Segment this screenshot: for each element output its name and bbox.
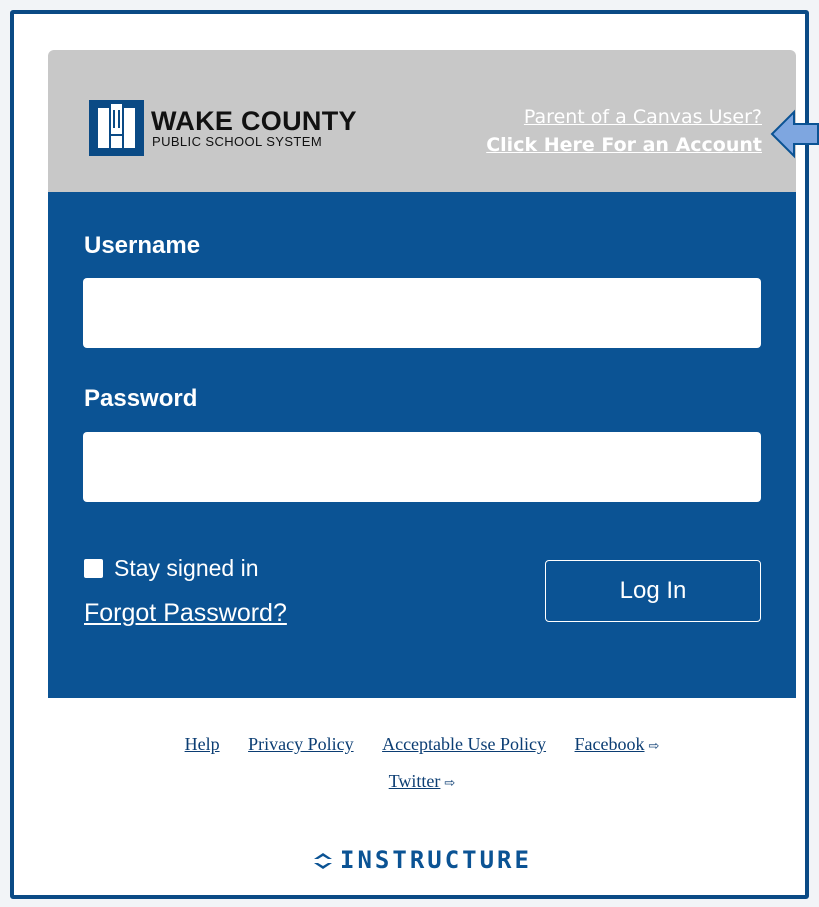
stay-signed-in-checkbox[interactable] <box>84 559 103 578</box>
parent-link-line2[interactable]: Click Here For an Account <box>486 131 762 159</box>
login-card: WAKE COUNTY PUBLIC SCHOOL SYSTEM Parent … <box>48 50 796 874</box>
callout-arrow-icon <box>770 109 819 159</box>
username-input[interactable] <box>83 278 761 348</box>
external-link-icon: ⇨ <box>648 738 660 753</box>
facebook-link[interactable]: Facebook ⇨ <box>575 734 660 754</box>
school-logo-icon <box>89 100 144 156</box>
privacy-policy-link[interactable]: Privacy Policy <box>248 734 354 754</box>
password-label: Password <box>84 385 198 412</box>
twitter-link[interactable]: Twitter ⇨ <box>389 771 456 791</box>
school-logo[interactable]: WAKE COUNTY PUBLIC SCHOOL SYSTEM <box>89 100 357 156</box>
stay-signed-in-label[interactable]: Stay signed in <box>114 555 258 582</box>
forgot-password-link[interactable]: Forgot Password? <box>84 599 287 628</box>
external-link-icon: ⇨ <box>444 775 456 790</box>
username-label: Username <box>84 232 201 259</box>
login-form: Username Password Stay signed in Forgot … <box>48 192 796 698</box>
acceptable-use-policy-link[interactable]: Acceptable Use Policy <box>382 734 546 754</box>
login-button[interactable]: Log In <box>545 560 761 622</box>
parent-account-link[interactable]: Parent of a Canvas User? Click Here For … <box>486 103 762 159</box>
footer-links: Help Privacy Policy Acceptable Use Polic… <box>48 734 796 792</box>
twitter-link-label[interactable]: Twitter <box>389 771 441 791</box>
instructure-label: INSTRUCTURE <box>340 846 532 874</box>
card-header: WAKE COUNTY PUBLIC SCHOOL SYSTEM Parent … <box>48 50 796 192</box>
parent-link-line1[interactable]: Parent of a Canvas User? <box>486 103 762 131</box>
instructure-brand[interactable]: INSTRUCTURE <box>48 846 796 874</box>
facebook-link-label[interactable]: Facebook <box>575 734 645 754</box>
footer-row-1: Help Privacy Policy Acceptable Use Polic… <box>48 734 796 755</box>
stay-signed-in[interactable]: Stay signed in <box>84 555 258 582</box>
logo-subtitle: PUBLIC SCHOOL SYSTEM <box>152 134 323 149</box>
footer-row-2: Twitter ⇨ <box>48 771 796 792</box>
instructure-logo-icon <box>314 853 333 869</box>
help-link[interactable]: Help <box>185 734 220 754</box>
page-frame: WAKE COUNTY PUBLIC SCHOOL SYSTEM Parent … <box>10 10 809 899</box>
school-name: WAKE COUNTY PUBLIC SCHOOL SYSTEM <box>151 107 357 149</box>
password-input[interactable] <box>83 432 761 502</box>
logo-title: WAKE COUNTY <box>151 106 357 136</box>
